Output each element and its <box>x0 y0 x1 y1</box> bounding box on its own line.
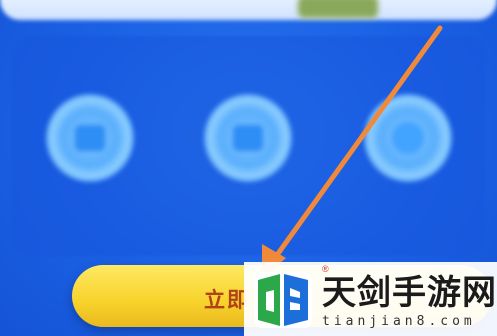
feature-item-3[interactable] <box>348 94 468 244</box>
top-card <box>0 0 497 20</box>
brand-url: tianjian8.com <box>322 314 476 329</box>
feature-item-1[interactable] <box>30 94 150 244</box>
feature-item-2[interactable] <box>188 94 308 244</box>
feature-2-icon <box>204 94 292 182</box>
feature-3-icon <box>364 94 452 182</box>
brand-logo-icon <box>254 272 312 328</box>
top-thumbnail <box>298 0 378 18</box>
brand-name: 天剑手游网 <box>322 273 497 313</box>
brand-watermark: ® 天剑手游网 tianjian8.com <box>244 262 497 336</box>
feature-1-icon <box>46 94 134 182</box>
